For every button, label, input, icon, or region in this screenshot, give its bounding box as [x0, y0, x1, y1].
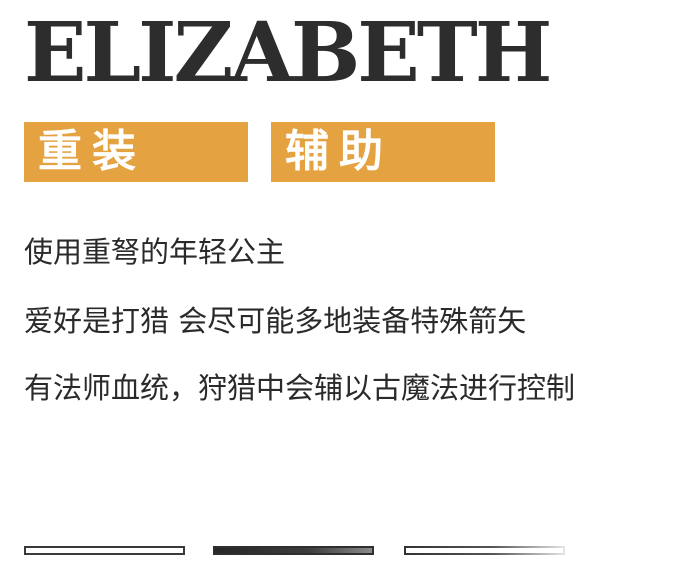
description-line-1: 使用重弩的年轻公主	[24, 235, 286, 269]
page-indicator-2-active[interactable]	[213, 546, 374, 555]
description-line-2: 爱好是打猎 会尽可能多地装备特殊箭矢	[24, 304, 527, 338]
page-indicator-1[interactable]	[24, 546, 185, 555]
description-line-3: 有法师血统，狩猎中会辅以古魔法进行控制	[24, 371, 576, 405]
character-name-title: ELIZABETH	[24, 5, 552, 101]
role-tag-heavy: 重装	[24, 122, 248, 182]
page-indicator-3[interactable]	[404, 546, 565, 555]
role-tag-support: 辅助	[271, 122, 495, 182]
